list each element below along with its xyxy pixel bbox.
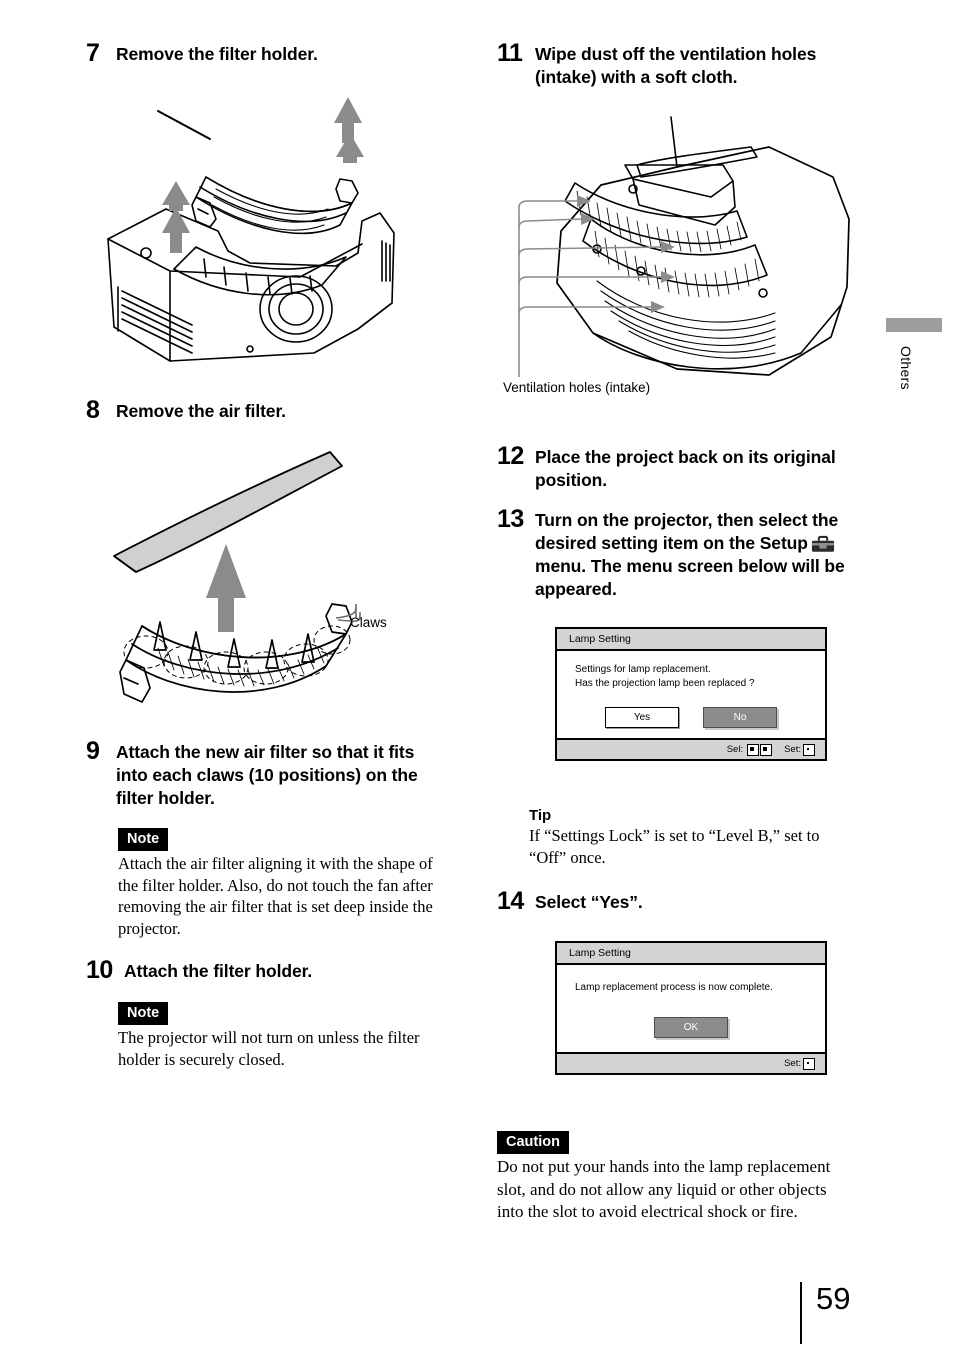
footer-set-hint-2: Set: xyxy=(784,1057,815,1070)
step-10-title: Attach the filter holder. xyxy=(124,961,313,981)
note-block-step-10: Note The projector will not turn on unle… xyxy=(118,1002,458,1070)
footer-set-label-2: Set: xyxy=(784,1058,801,1069)
osd-dialog-2-buttons: OK xyxy=(557,1017,825,1038)
osd-dialog-1-title: Lamp Setting xyxy=(557,629,825,651)
illustration-remove-air-filter: Claws xyxy=(98,436,458,726)
caution-badge: Caution xyxy=(497,1131,569,1154)
toolbox-icon xyxy=(811,534,835,553)
osd-dialog-lamp-setting-question[interactable]: Lamp Setting Settings for lamp replaceme… xyxy=(555,627,827,761)
step-11: 11 Wipe dust off the ventilation holes (… xyxy=(497,40,869,89)
enter-key-icon xyxy=(803,743,815,756)
step-7: 7 Remove the filter holder. xyxy=(86,40,458,67)
note-block-step-9: Note Attach the air filter aligning it w… xyxy=(118,828,458,939)
osd-dialog-2-title: Lamp Setting xyxy=(557,943,825,965)
step-13-title-part2: menu. The menu screen below will be appe… xyxy=(535,556,845,599)
step-13-title: Turn on the projector, then select the d… xyxy=(535,506,857,601)
tip-text: If “Settings Lock” is set to “Level B,” … xyxy=(529,826,820,867)
step-14-number: 14 xyxy=(497,887,524,915)
claws-callout-label: Claws xyxy=(350,615,387,630)
step-7-number: 7 xyxy=(86,39,100,67)
direction-arrows xyxy=(162,97,364,253)
manual-page: 7 Remove the filter holder. 8 Remove the… xyxy=(0,0,954,1352)
no-button[interactable]: No xyxy=(703,707,777,728)
ventilation-holes-svg xyxy=(518,116,850,377)
step-14-title: Select “Yes”. xyxy=(535,892,643,912)
yes-button[interactable]: Yes xyxy=(605,707,679,728)
step-14: 14 Select “Yes”. xyxy=(497,888,869,915)
step-7-title: Remove the filter holder. xyxy=(116,44,318,64)
footer-set-label: Set: xyxy=(784,744,801,755)
air-filter-claws-svg xyxy=(113,451,361,703)
left-column: 7 Remove the filter holder. 8 Remove the… xyxy=(86,40,458,1070)
caution-text: Do not put your hands into the lamp repl… xyxy=(497,1157,831,1221)
tip-block: Tip If “Settings Lock” is set to “Level … xyxy=(529,807,869,868)
step-8: 8 Remove the air filter. xyxy=(86,397,458,424)
step-8-number: 8 xyxy=(86,396,100,424)
osd-dialog-2-body: Lamp replacement process is now complete… xyxy=(557,965,825,1052)
page-number: 59 xyxy=(816,1281,851,1316)
step-12-title: Place the project back on its original p… xyxy=(535,447,836,490)
illustration-remove-filter-holder xyxy=(100,81,458,381)
step-8-title: Remove the air filter. xyxy=(116,401,286,421)
step-12-number: 12 xyxy=(497,442,524,470)
step-13-title-part1: Turn on the projector, then select the d… xyxy=(535,510,839,553)
ok-button[interactable]: OK xyxy=(654,1017,728,1038)
note-text-step-9: Attach the air filter aligning it with t… xyxy=(118,854,433,938)
osd-dialog-lamp-setting-complete[interactable]: Lamp Setting Lamp replacement process is… xyxy=(555,941,827,1075)
caution-block: Caution Do not put your hands into the l… xyxy=(497,1131,869,1224)
step-9-number: 9 xyxy=(86,737,100,765)
step-12: 12 Place the project back on its origina… xyxy=(497,443,869,492)
illustration-ventilation-holes: Ventilation holes (intake) xyxy=(501,107,869,407)
step-13: 13 Turn on the projector, then select th… xyxy=(497,506,869,601)
osd-dialog-1-line2: Has the projection lamp been replaced ? xyxy=(575,678,755,689)
page-number-block: 59 xyxy=(800,1282,850,1344)
direction-arrow-up xyxy=(206,544,246,632)
osd-dialog-1-line1: Settings for lamp replacement. xyxy=(575,664,711,675)
tip-label: Tip xyxy=(529,807,552,824)
select-keys-icon xyxy=(747,743,773,756)
step-10-number: 10 xyxy=(86,956,113,984)
osd-dialog-1-body: Settings for lamp replacement. Has the p… xyxy=(557,651,825,738)
osd-dialog-1-footer: Sel: Set: xyxy=(557,738,825,759)
step-13-number: 13 xyxy=(497,505,524,533)
step-11-number: 11 xyxy=(497,39,523,67)
right-column: 11 Wipe dust off the ventilation holes (… xyxy=(497,40,869,1224)
page-number-rule xyxy=(800,1282,802,1344)
side-tab-label: Others xyxy=(898,346,914,390)
step-11-title: Wipe dust off the ventilation holes (int… xyxy=(535,44,817,87)
note-text-step-10: The projector will not turn on unless th… xyxy=(118,1028,420,1069)
osd-dialog-1-buttons: Yes No xyxy=(557,707,825,728)
leader-lines xyxy=(518,200,662,377)
footer-sel-label: Sel: xyxy=(726,744,744,755)
projector-filter-holder-svg xyxy=(107,97,395,362)
step-10: 10 Attach the filter holder. xyxy=(86,957,458,984)
osd-dialog-2-line1: Lamp replacement process is now complete… xyxy=(575,982,773,993)
step-9: 9 Attach the new air filter so that it f… xyxy=(86,738,458,810)
ventilation-holes-callout-label: Ventilation holes (intake) xyxy=(503,380,651,395)
step-9-title: Attach the new air filter so that it fit… xyxy=(116,742,418,808)
note-badge-2: Note xyxy=(118,1002,169,1025)
side-tab-bar xyxy=(886,318,942,332)
footer-set-hint: Set: xyxy=(784,743,815,756)
side-tab-others: Others xyxy=(886,318,942,390)
enter-key-icon-2 xyxy=(803,1057,815,1070)
note-badge: Note xyxy=(118,828,169,851)
osd-dialog-2-footer: Set: xyxy=(557,1052,825,1073)
footer-sel-hint: Sel: xyxy=(726,743,773,756)
